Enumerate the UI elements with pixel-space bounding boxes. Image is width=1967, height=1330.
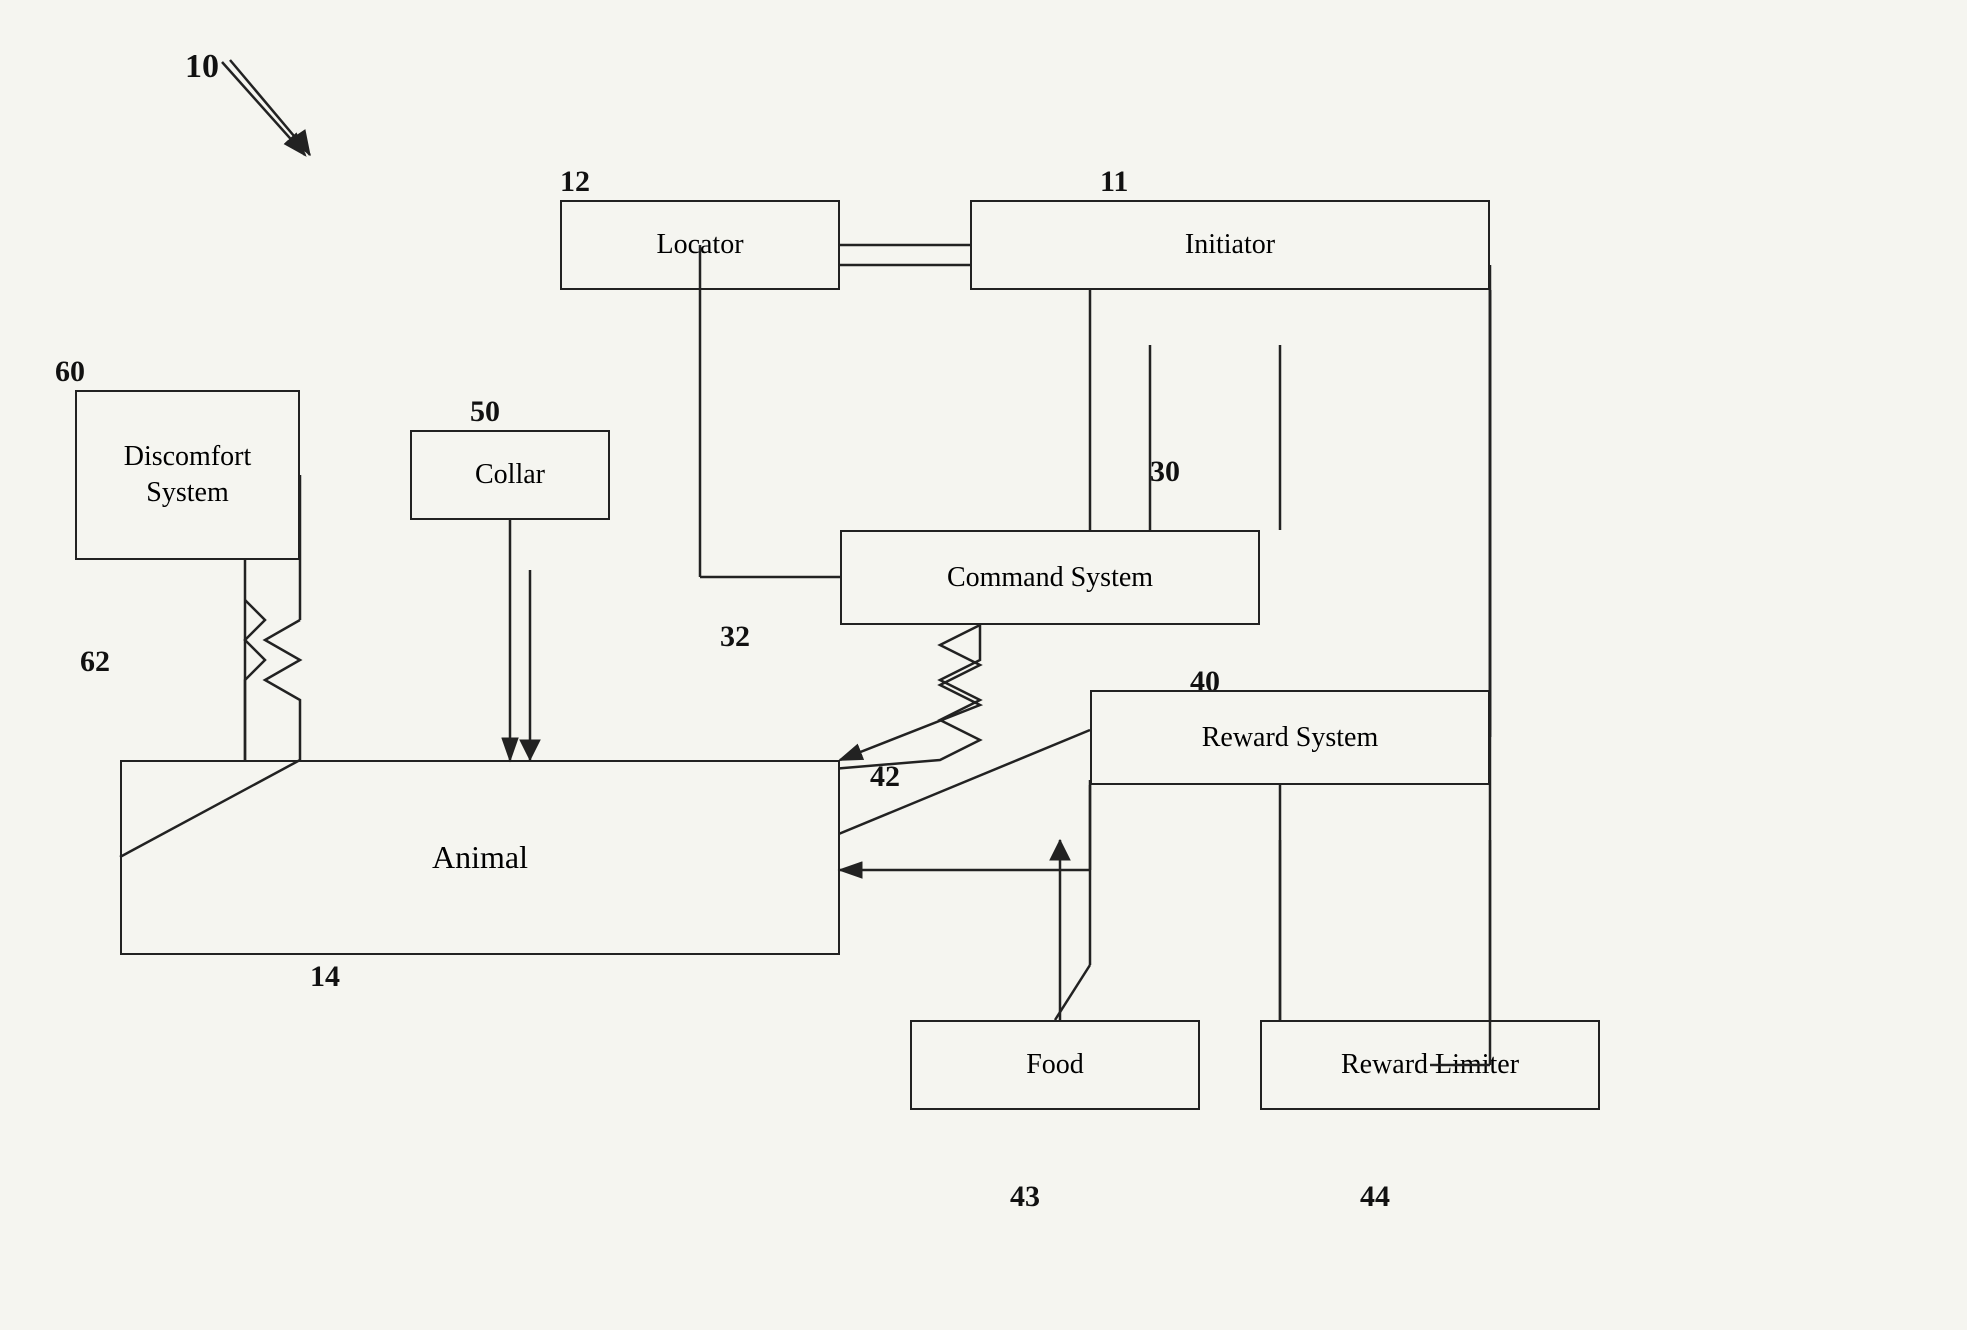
initiator-box: Initiator [970, 200, 1490, 290]
label-11: 11 [1100, 165, 1128, 199]
collar-box: Collar [410, 430, 610, 520]
label-42: 42 [870, 760, 900, 794]
label-30: 30 [1150, 455, 1180, 489]
label-32: 32 [720, 620, 750, 654]
reward-box: Reward System [1090, 690, 1490, 785]
label-60: 60 [55, 355, 85, 389]
label-50: 50 [470, 395, 500, 429]
label-12: 12 [560, 165, 590, 199]
diagram-container: 10 12 11 60 62 50 32 30 42 14 40 43 44 L… [0, 0, 1967, 1330]
label-14: 14 [310, 960, 340, 994]
reward-limiter-box: Reward Limiter [1260, 1020, 1600, 1110]
label-43: 43 [1010, 1180, 1040, 1214]
label-44: 44 [1360, 1180, 1390, 1214]
locator-box: Locator [560, 200, 840, 290]
discomfort-box: Discomfort System [75, 390, 300, 560]
food-box: Food [910, 1020, 1200, 1110]
animal-box: Animal [120, 760, 840, 955]
label-62: 62 [80, 645, 110, 679]
command-box: Command System [840, 530, 1260, 625]
label-10: 10 [185, 48, 219, 86]
